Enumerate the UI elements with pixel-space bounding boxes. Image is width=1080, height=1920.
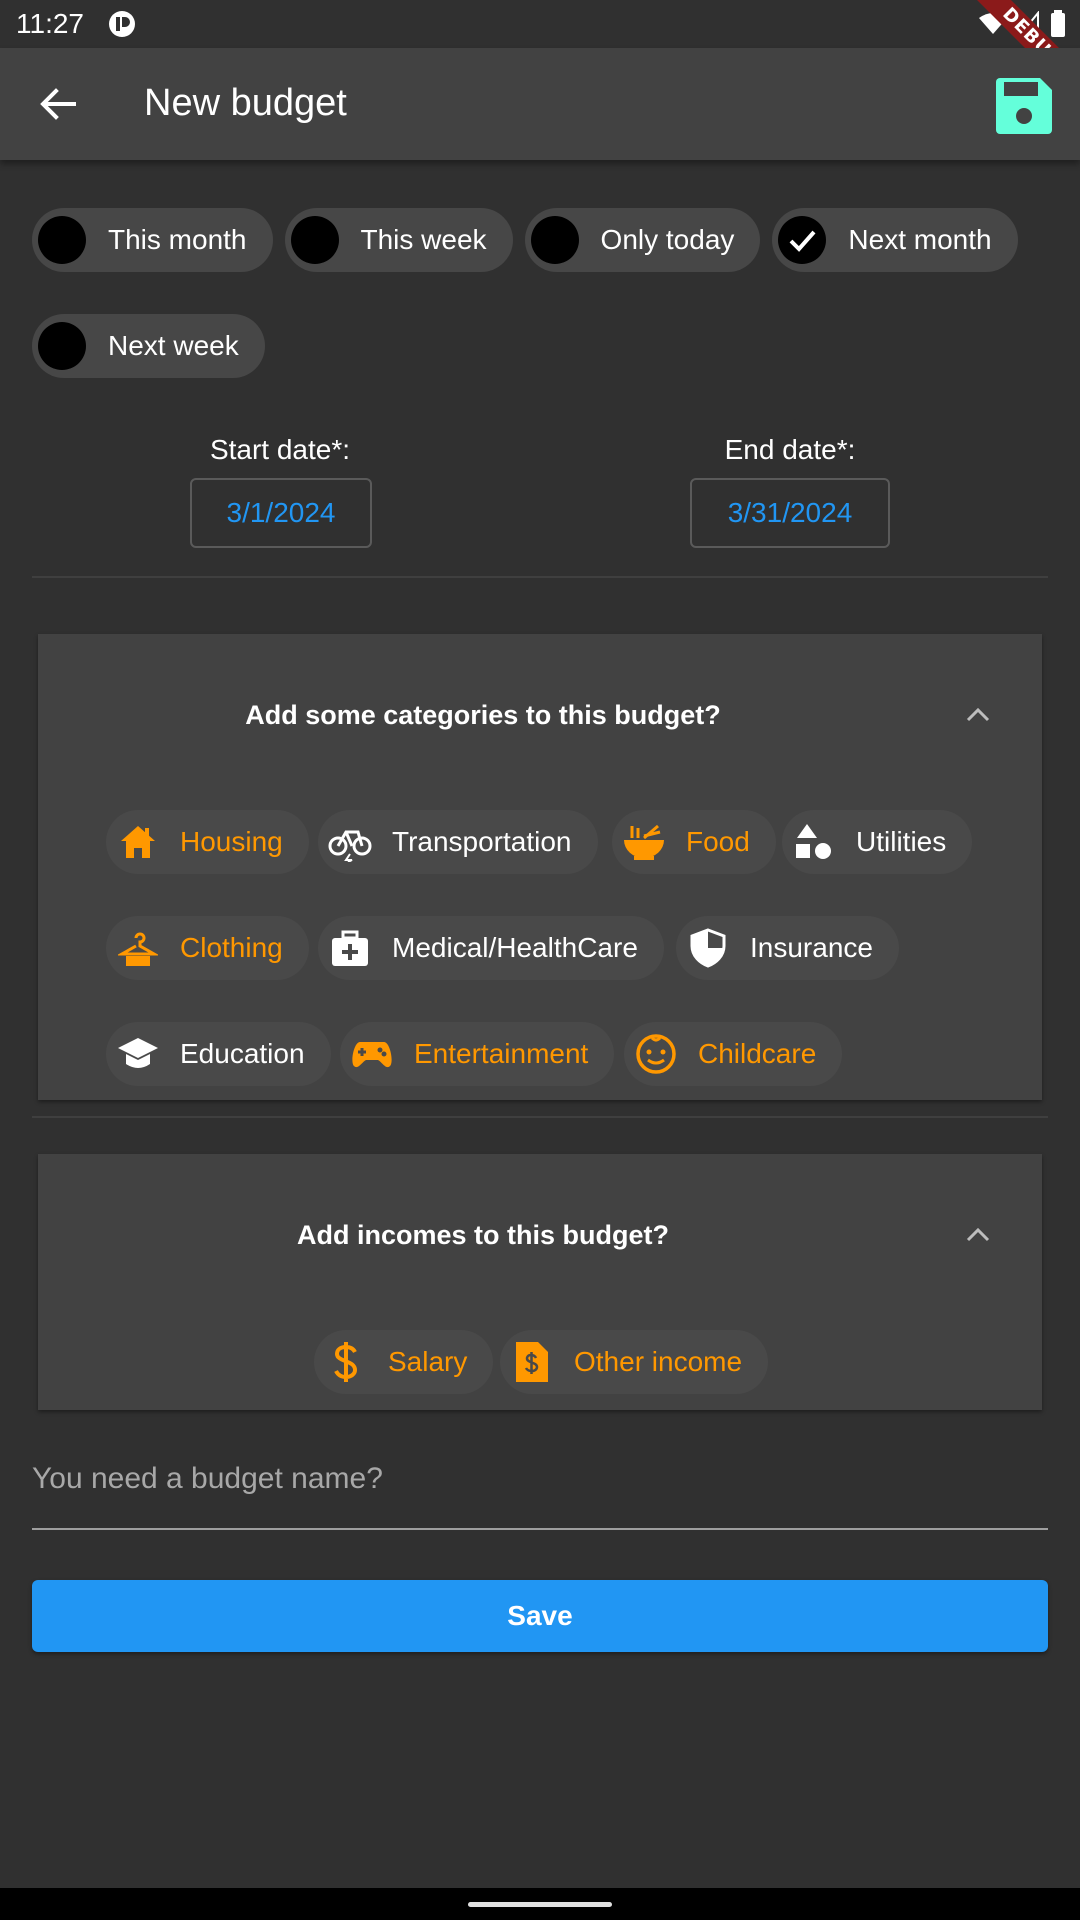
period-chip-this-week[interactable]: This week [284,208,513,272]
period-chip-next-month[interactable]: Next month [772,208,1018,272]
dollar-icon [324,1340,368,1384]
chip-label: Entertainment [414,1038,589,1069]
category-chip-education[interactable]: Education [106,1022,331,1086]
chip-label: Next week [108,330,239,361]
chip-label: Clothing [180,932,283,963]
category-chip-utilities[interactable]: Utilities [782,810,973,874]
category-chip-insurance[interactable]: Insurance [676,916,899,980]
period-chip-next-week[interactable]: Next week [32,314,265,378]
chip-label: Only today [600,224,735,255]
chip-label: Utilities [856,826,947,857]
medical-kit-icon [328,926,372,970]
chip-label: Education [180,1038,305,1069]
category-chip-clothing[interactable]: Clothing [106,916,309,980]
chevron-up-icon[interactable] [958,1214,998,1254]
income-chip-other-income[interactable]: Other income [500,1330,769,1394]
app-bar: New budget [0,48,1080,160]
house-icon [116,820,160,864]
chip-avatar [38,322,86,370]
ramen-bowl-icon [622,820,666,864]
income-chip-salary[interactable]: Salary [314,1330,494,1394]
save-button[interactable]: Save [32,1580,1048,1652]
chip-avatar [38,216,86,264]
baby-face-icon [634,1032,678,1076]
category-chip-housing[interactable]: Housing [106,810,309,874]
categories-panel-title: Add some categories to this budget? [245,700,721,730]
period-chips-row: Next week [32,314,265,378]
status-time: 11:27 [16,8,84,39]
chip-label: This month [108,224,247,255]
page-title: New budget [144,82,347,124]
categories-panel: Add some categories to this budget? Hous… [38,634,1042,1100]
home-gesture-handle[interactable] [468,1902,612,1907]
chip-avatar [778,216,827,264]
chip-label: Insurance [750,932,873,963]
period-chip-this-month[interactable]: This month [32,208,273,272]
chevron-up-icon[interactable] [958,694,998,734]
chip-label: Next month [848,224,992,255]
chip-label: Childcare [698,1038,817,1069]
start-date-button[interactable]: 3/1/2024 [190,478,372,548]
category-chip-food[interactable]: Food [612,810,776,874]
arrow-left-icon[interactable] [30,76,86,132]
graduation-cap-icon [116,1032,160,1076]
category-chip-entertainment[interactable]: Entertainment [340,1022,615,1086]
divider [32,1116,1048,1118]
shield-icon [686,926,730,970]
navigation-bar [0,1888,1080,1920]
invoice-dollar-icon [510,1340,554,1384]
budget-name-input[interactable] [32,1430,1048,1530]
incomes-panel-title: Add incomes to this budget? [297,1220,669,1250]
period-chips-row: This month This week Only today Next mon… [32,208,1018,272]
shapes-icon [792,820,836,864]
period-chip-only-today[interactable]: Only today [524,208,761,272]
hanger-icon [116,926,160,970]
start-date-label: Start date*: [209,434,351,465]
chip-avatar [530,216,579,264]
status-bar: 11:27 DEBUG [0,0,1080,111]
category-chip-medical[interactable]: Medical/HealthCare [318,916,664,980]
category-chip-childcare[interactable]: Childcare [624,1022,843,1086]
chip-label: Transportation [392,826,572,857]
end-date-button[interactable]: 3/31/2024 [690,478,890,548]
chip-label: Medical/HealthCare [392,932,638,963]
incomes-panel: Add incomes to this budget? Salary Other… [38,1154,1042,1410]
bicycle-icon [328,820,372,864]
app-notification-icon [109,11,135,37]
chip-label: Other income [574,1346,743,1377]
chip-label: Salary [388,1346,468,1377]
category-chip-transportation[interactable]: Transportation [318,810,598,874]
divider [32,576,1048,578]
chip-avatar [290,216,339,264]
chip-label: This week [360,224,487,255]
chip-label: Food [686,826,750,857]
floppy-disk-icon[interactable] [992,74,1056,138]
end-date-label: End date*: [724,434,856,465]
chip-label: Housing [180,826,283,857]
checkmark-icon [789,230,816,252]
gamepad-icon [350,1032,394,1076]
